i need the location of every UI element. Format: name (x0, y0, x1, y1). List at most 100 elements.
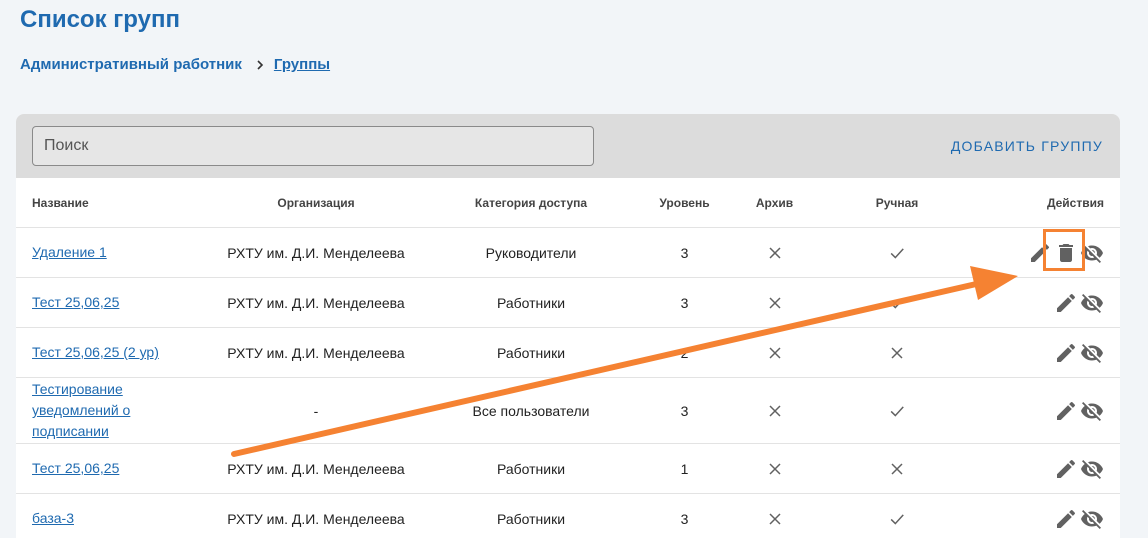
group-name-link[interactable]: Удаление 1 (32, 242, 107, 263)
column-header-access-category[interactable]: Категория доступа (436, 178, 626, 228)
cell-level: 3 (626, 227, 743, 278)
column-header-organization[interactable]: Организация (196, 178, 436, 228)
check-icon (887, 293, 907, 313)
cell-archive (743, 227, 806, 278)
pencil-icon[interactable] (1054, 399, 1078, 423)
cross-icon (765, 509, 785, 529)
group-name-link[interactable]: Тест 25,06,25 (32, 292, 119, 313)
cell-actions (988, 277, 1120, 328)
cell-name: база-3 (16, 493, 196, 538)
column-header-name[interactable]: Название (16, 178, 196, 228)
cross-icon (887, 343, 907, 363)
eye-off-icon[interactable] (1080, 341, 1104, 365)
pencil-icon[interactable] (1054, 291, 1078, 315)
table-row: Тест 25,06,25 (2 ур) РХТУ им. Д.И. Мендел… (16, 327, 1120, 378)
group-name-link[interactable]: база-3 (32, 508, 74, 529)
delete-highlight-box (1043, 229, 1085, 271)
breadcrumb-current[interactable]: Группы (274, 56, 330, 73)
cell-organization: РХТУ им. Д.И. Менделеева (196, 493, 436, 538)
cell-level: 2 (626, 327, 743, 378)
cell-level: 3 (626, 277, 743, 328)
cell-access-category: Работники (436, 277, 626, 328)
cross-icon (887, 459, 907, 479)
breadcrumb: Административный работник Группы (20, 56, 330, 73)
cell-organization: РХТУ им. Д.И. Менделеева (196, 227, 436, 278)
cross-icon (765, 243, 785, 263)
cell-level: 3 (626, 377, 743, 444)
column-header-archive[interactable]: Архив (743, 178, 806, 228)
cell-name: Тест 25,06,25 (16, 443, 196, 494)
cell-organization: РХТУ им. Д.И. Менделеева (196, 327, 436, 378)
table-body: Удаление 1 РХТУ им. Д.И. Менделеева Руково… (16, 227, 1120, 538)
table-row: Тест 25,06,25 РХТУ им. Д.И. Менделеева Раб… (16, 443, 1120, 494)
column-header-level[interactable]: Уровень (626, 178, 743, 228)
cell-access-category: Работники (436, 327, 626, 378)
row-actions (1054, 341, 1104, 365)
cell-access-category: Все пользователи (436, 377, 626, 444)
cell-archive (743, 377, 806, 444)
cell-archive (743, 277, 806, 328)
search-input[interactable] (32, 126, 594, 166)
cell-level: 1 (626, 443, 743, 494)
group-name-link[interactable]: Тестирование уведомлений о подписании (32, 379, 172, 442)
cross-icon (765, 343, 785, 363)
cell-organization: РХТУ им. Д.И. Менделеева (196, 443, 436, 494)
cell-archive (743, 327, 806, 378)
cell-archive (743, 443, 806, 494)
cross-icon (765, 459, 785, 479)
cell-manual (806, 443, 988, 494)
cell-level: 3 (626, 493, 743, 538)
page-title: Список групп (20, 6, 180, 33)
table-row: Тест 25,06,25 РХТУ им. Д.И. Менделеева Раб… (16, 277, 1120, 328)
toolbar: ДОБАВИТЬ ГРУППУ (16, 114, 1120, 178)
cell-organization: - (196, 377, 436, 444)
cell-access-category: Руководители (436, 227, 626, 278)
groups-table: Название Организация Категория доступа У… (16, 178, 1120, 538)
cell-manual (806, 277, 988, 328)
cell-manual (806, 377, 988, 444)
cross-icon (765, 293, 785, 313)
cell-name: Удаление 1 (16, 227, 196, 278)
pencil-icon[interactable] (1054, 341, 1078, 365)
check-icon (887, 401, 907, 421)
eye-off-icon[interactable] (1080, 457, 1104, 481)
eye-off-icon[interactable] (1080, 507, 1104, 531)
column-header-manual[interactable]: Ручная (806, 178, 988, 228)
cross-icon (765, 401, 785, 421)
cell-manual (806, 493, 988, 538)
cell-actions (988, 443, 1120, 494)
chevron-right-icon (254, 59, 266, 71)
cell-name: Тест 25,06,25 (16, 277, 196, 328)
table-row: Удаление 1 РХТУ им. Д.И. Менделеева Руково… (16, 227, 1120, 278)
cell-actions (988, 327, 1120, 378)
table-header-row: Название Организация Категория доступа У… (16, 178, 1120, 228)
cell-actions (988, 493, 1120, 538)
check-icon (887, 509, 907, 529)
table-row: база-3 РХТУ им. Д.И. Менделеева Работники 3 (16, 493, 1120, 538)
cell-name: Тестирование уведомлений о подписании (16, 377, 196, 444)
table-row: Тестирование уведомлений о подписании - Вс… (16, 377, 1120, 444)
cell-manual (806, 327, 988, 378)
page: Список групп Административный работник Г… (0, 0, 1148, 538)
cell-actions (988, 377, 1120, 444)
row-actions (1054, 507, 1104, 531)
check-icon (887, 243, 907, 263)
breadcrumb-parent[interactable]: Административный работник (20, 56, 242, 73)
add-group-button[interactable]: ДОБАВИТЬ ГРУППУ (951, 138, 1103, 154)
cell-access-category: Работники (436, 493, 626, 538)
pencil-icon[interactable] (1054, 507, 1078, 531)
row-actions (1054, 457, 1104, 481)
cell-manual (806, 227, 988, 278)
groups-card: ДОБАВИТЬ ГРУППУ Название Организация Кат… (16, 114, 1120, 538)
eye-off-icon[interactable] (1080, 291, 1104, 315)
pencil-icon[interactable] (1054, 457, 1078, 481)
column-header-actions: Действия (988, 178, 1120, 228)
cell-name: Тест 25,06,25 (2 ур) (16, 327, 196, 378)
row-actions (1054, 291, 1104, 315)
row-actions (1054, 399, 1104, 423)
cell-organization: РХТУ им. Д.И. Менделеева (196, 277, 436, 328)
group-name-link[interactable]: Тест 25,06,25 (32, 458, 119, 479)
group-name-link[interactable]: Тест 25,06,25 (2 ур) (32, 342, 159, 363)
cell-archive (743, 493, 806, 538)
eye-off-icon[interactable] (1080, 399, 1104, 423)
